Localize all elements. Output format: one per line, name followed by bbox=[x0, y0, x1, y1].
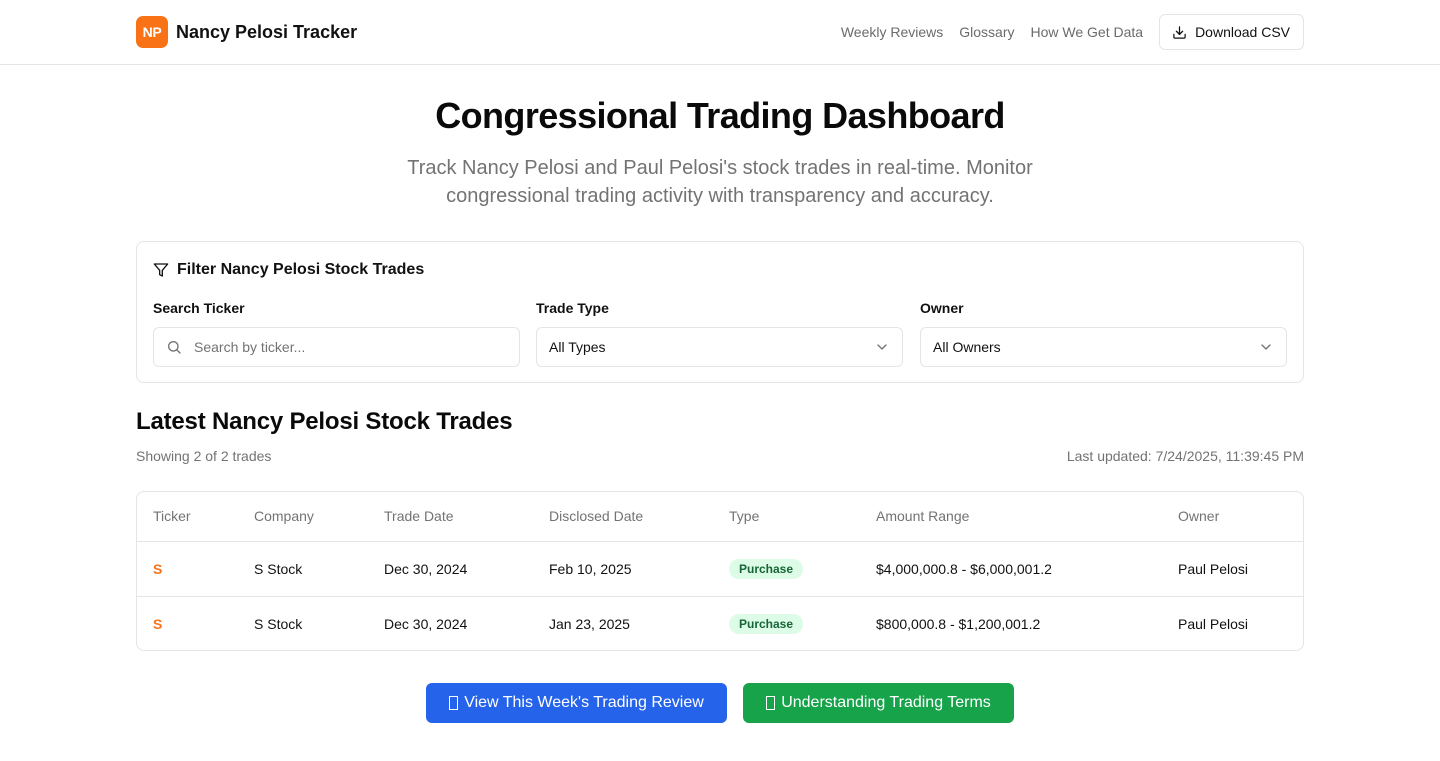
trades-table-card: Ticker Company Trade Date Disclosed Date… bbox=[136, 491, 1304, 651]
owner-label: Owner bbox=[920, 300, 964, 316]
download-csv-button[interactable]: Download CSV bbox=[1159, 14, 1304, 50]
main-nav: Weekly Reviews Glossary How We Get Data … bbox=[841, 14, 1304, 50]
trading-terms-label: Understanding Trading Terms bbox=[781, 694, 991, 711]
column-header[interactable]: Type bbox=[729, 492, 876, 542]
column-header[interactable]: Ticker bbox=[137, 492, 254, 542]
page-title: Congressional Trading Dashboard bbox=[435, 95, 1005, 136]
trade-date-cell: Dec 30, 2024 bbox=[384, 595, 549, 650]
top-navbar: NP Nancy Pelosi Tracker Weekly Reviews G… bbox=[0, 0, 1440, 65]
filter-title: Filter Nancy Pelosi Stock Trades bbox=[177, 261, 425, 278]
cta-row: View This Week's Trading Review Understa… bbox=[0, 683, 1440, 723]
amount-cell: $800,000.8 - $1,200,001.2 bbox=[876, 595, 1178, 650]
filter-card: Filter Nancy Pelosi Stock Trades Search … bbox=[136, 241, 1304, 383]
trade-type-label: Trade Type bbox=[536, 300, 609, 316]
owner-select[interactable]: All Owners bbox=[920, 327, 1287, 367]
brand-name: Nancy Pelosi Tracker bbox=[176, 21, 358, 42]
column-header[interactable]: Disclosed Date bbox=[549, 492, 729, 542]
type-badge: Purchase bbox=[729, 613, 804, 634]
column-header[interactable]: Company bbox=[254, 492, 384, 542]
table-header-row: Ticker Company Trade Date Disclosed Date… bbox=[137, 492, 1303, 542]
search-label: Search Ticker bbox=[153, 300, 245, 316]
weekly-review-label: View This Week's Trading Review bbox=[464, 694, 704, 711]
amount-cell: $4,000,000.8 - $6,000,001.2 bbox=[876, 560, 1052, 577]
search-input[interactable]: Search by ticker... bbox=[153, 327, 520, 367]
disclosed-date-cell: Jan 23, 2025 bbox=[549, 595, 729, 650]
column-header[interactable]: Amount Range bbox=[876, 492, 1178, 542]
company-cell: S Stock bbox=[254, 595, 384, 650]
table-row[interactable]: S S Stock Dec 30, 2024 Feb 10, 2025 Purc… bbox=[137, 541, 1303, 596]
owner-cell: Paul Pelosi bbox=[1178, 595, 1303, 650]
ticker-link[interactable]: S bbox=[153, 561, 162, 577]
weekly-review-button[interactable]: View This Week's Trading Review bbox=[426, 683, 727, 723]
trades-count: Showing 2 of 2 trades bbox=[136, 448, 272, 464]
brand[interactable]: NP Nancy Pelosi Tracker bbox=[136, 16, 357, 48]
download-icon bbox=[1173, 25, 1186, 39]
logo: NP bbox=[136, 16, 168, 48]
trade-type-value: All Types bbox=[549, 339, 606, 355]
nav-glossary[interactable]: Glossary bbox=[959, 24, 1014, 40]
trade-type-field: Trade Type All Types bbox=[536, 300, 903, 367]
missing-glyph-icon bbox=[766, 696, 776, 710]
search-field: Search Ticker Search by ticker... bbox=[153, 300, 520, 367]
filter-icon bbox=[153, 263, 169, 277]
trades-section-title: Latest Nancy Pelosi Stock Trades bbox=[136, 408, 513, 435]
nav-weekly-reviews[interactable]: Weekly Reviews bbox=[841, 24, 943, 40]
last-updated: Last updated: 7/24/2025, 11:39:45 PM bbox=[1066, 448, 1304, 464]
search-icon bbox=[168, 341, 181, 354]
chevron-down-icon bbox=[877, 344, 887, 350]
column-header[interactable]: Trade Date bbox=[384, 492, 549, 542]
company-cell: S Stock bbox=[254, 560, 303, 577]
owner-field: Owner All Owners bbox=[920, 300, 1287, 367]
table-row[interactable]: S S Stock Dec 30, 2024 Jan 23, 2025 Purc… bbox=[137, 595, 1303, 650]
missing-glyph-icon bbox=[449, 696, 459, 710]
trade-date-cell: Dec 30, 2024 bbox=[384, 560, 468, 577]
search-placeholder: Search by ticker... bbox=[194, 339, 306, 355]
trading-terms-button[interactable]: Understanding Trading Terms bbox=[743, 683, 1014, 723]
owner-cell: Paul Pelosi bbox=[1178, 560, 1249, 577]
column-header[interactable]: Owner bbox=[1178, 492, 1303, 542]
nav-how-we-get-data[interactable]: How We Get Data bbox=[1031, 24, 1144, 40]
owner-value: All Owners bbox=[933, 339, 1001, 355]
trade-type-select[interactable]: All Types bbox=[536, 327, 903, 367]
chevron-down-icon bbox=[1261, 344, 1271, 350]
download-csv-label: Download CSV bbox=[1195, 24, 1290, 40]
page-subtitle: Track Nancy Pelosi and Paul Pelosi's sto… bbox=[407, 157, 1033, 207]
type-badge: Purchase bbox=[729, 558, 804, 579]
disclosed-date-cell: Feb 10, 2025 bbox=[549, 560, 632, 577]
filter-header: Filter Nancy Pelosi Stock Trades bbox=[153, 261, 424, 279]
trades-table: Ticker Company Trade Date Disclosed Date… bbox=[137, 492, 1303, 650]
ticker-link[interactable]: S bbox=[153, 616, 162, 632]
